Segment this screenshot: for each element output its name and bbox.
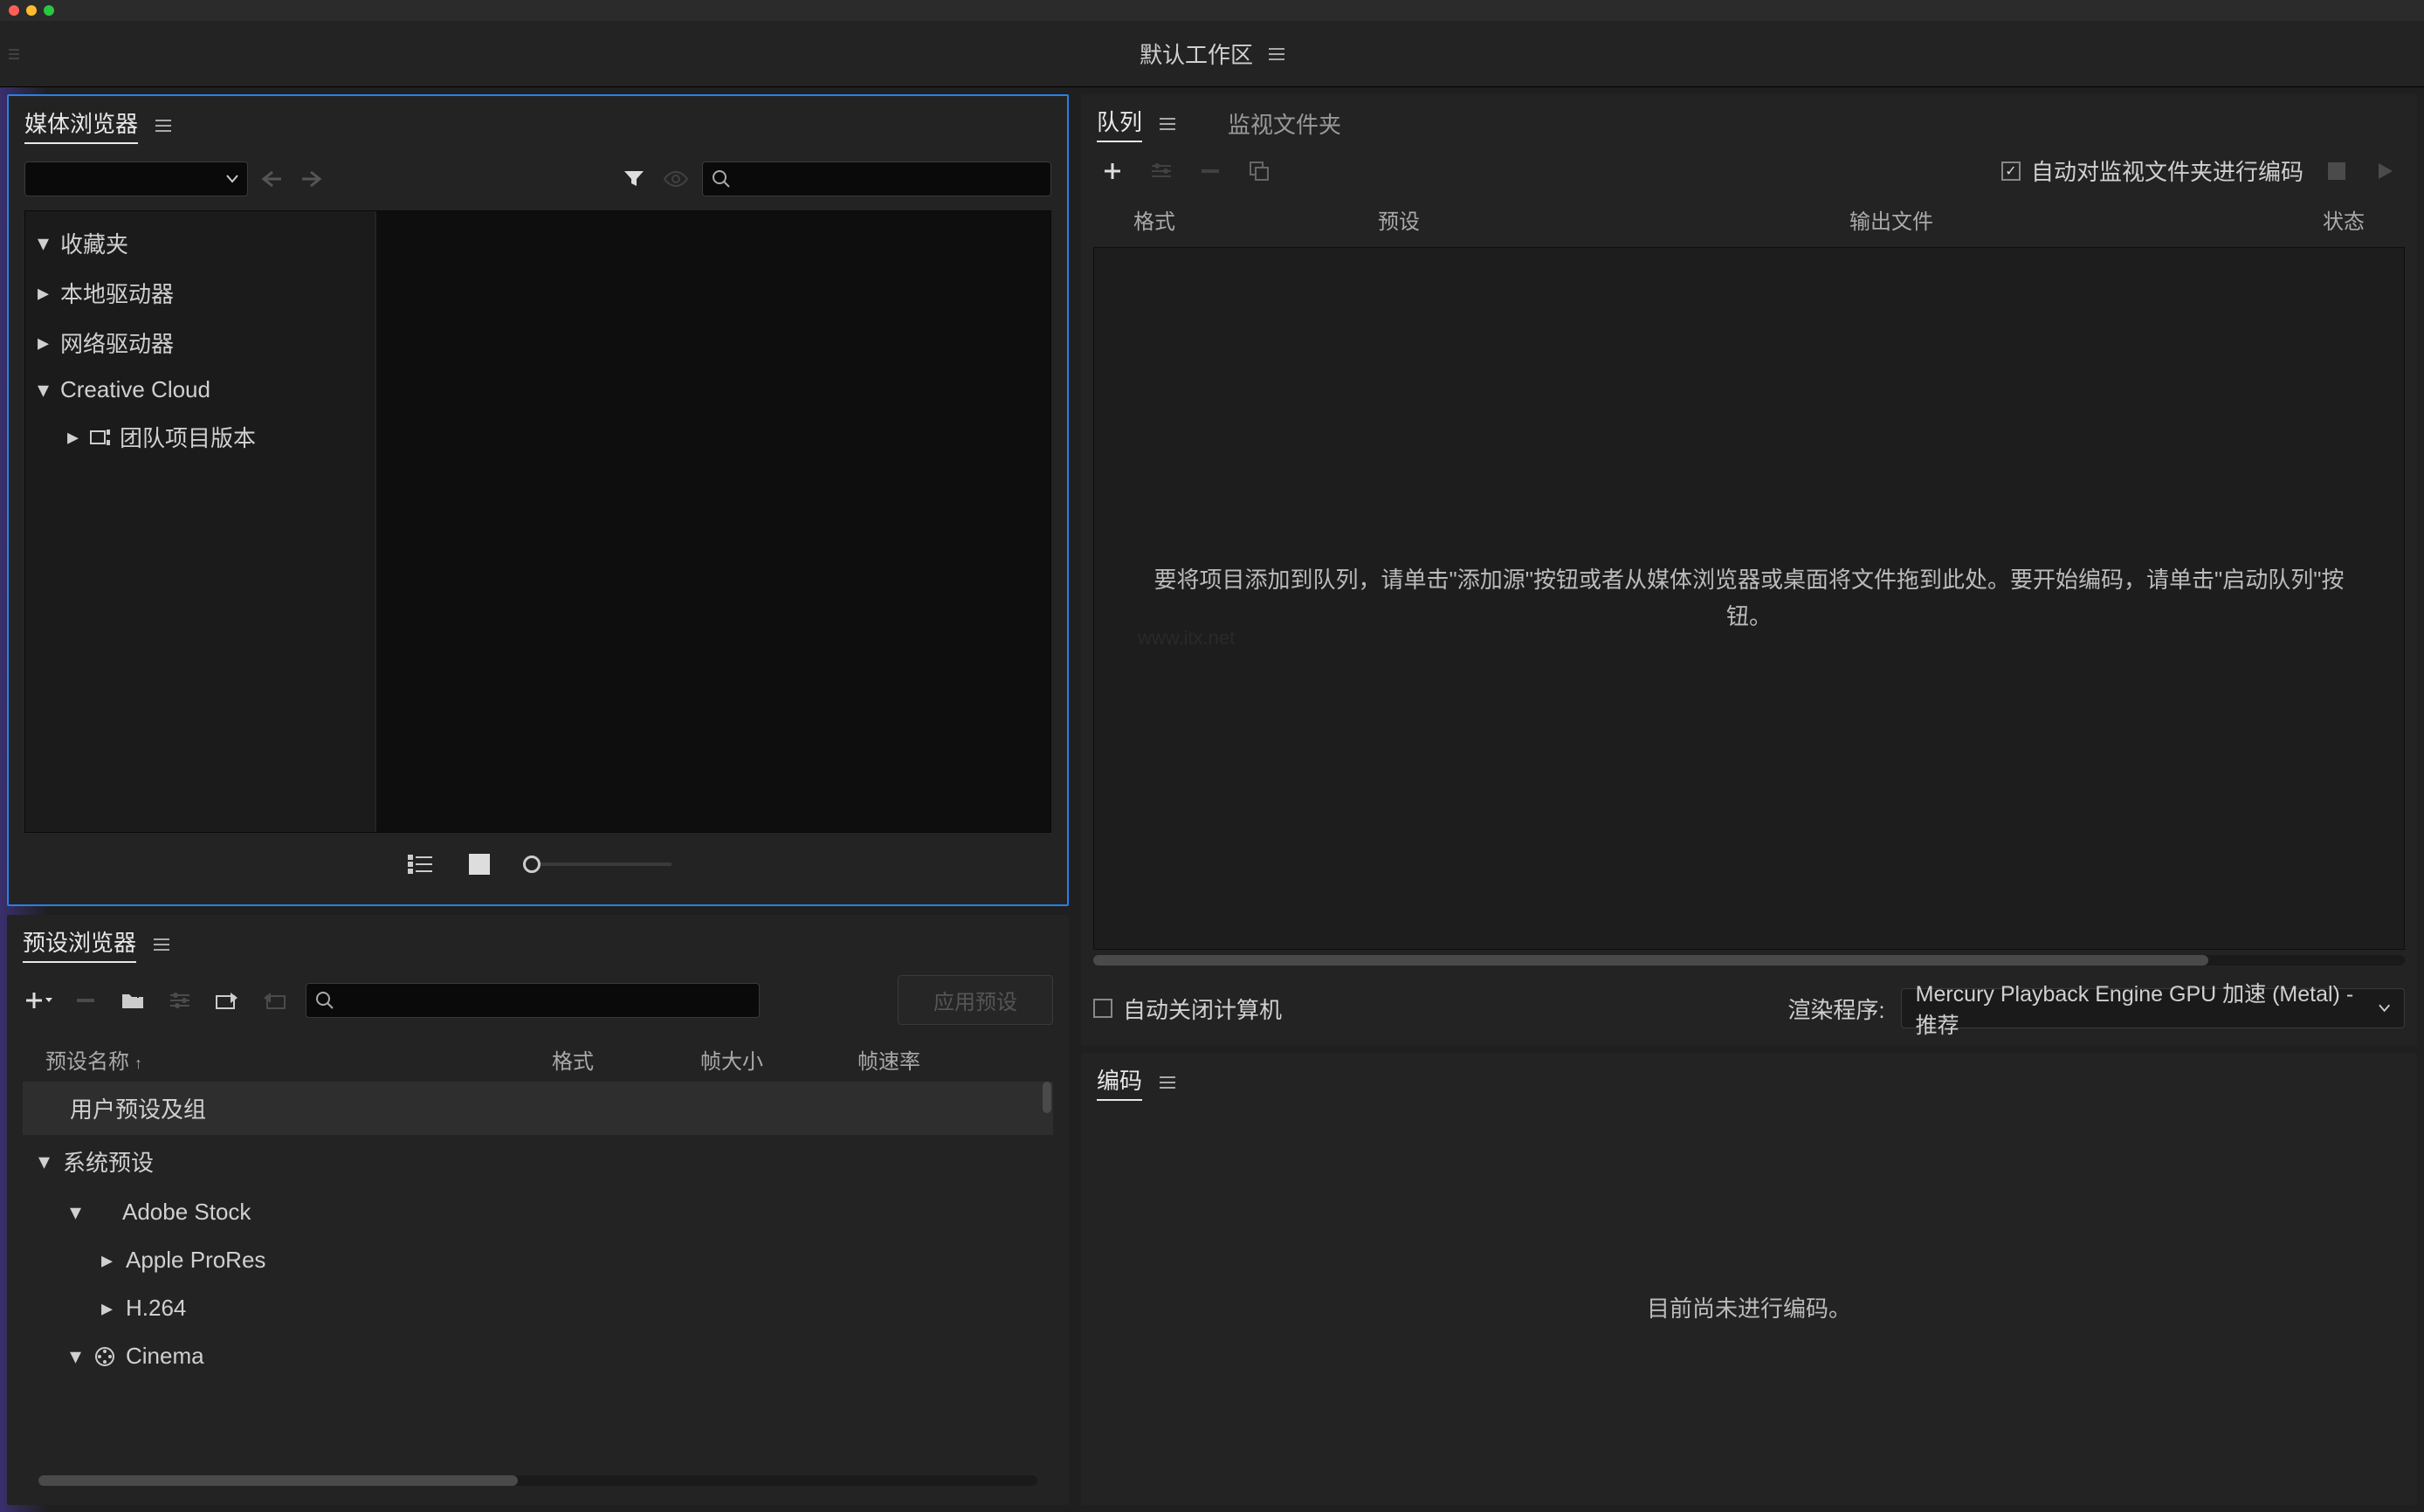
preset-search-input[interactable] — [306, 983, 760, 1018]
film-reel-icon — [94, 1346, 115, 1367]
search-icon — [712, 169, 731, 189]
preset-horizontal-scrollbar[interactable] — [38, 1475, 1037, 1486]
add-preset-button[interactable] — [23, 985, 54, 1016]
auto-shutdown-label: 自动关闭计算机 — [1123, 993, 1282, 1025]
encode-status-area: 目前尚未进行编码。 — [1081, 1110, 2417, 1505]
window-minimize-button[interactable] — [26, 5, 37, 16]
filter-icon[interactable] — [618, 163, 650, 195]
preset-row-user[interactable]: 用户预设及组 — [23, 1082, 1053, 1135]
preset-row-prores[interactable]: ▸ Apple ProRes — [23, 1236, 1053, 1284]
chevron-down-icon: ▾ — [38, 376, 52, 403]
chevron-right-icon: ▸ — [101, 1295, 115, 1322]
chevron-down-icon: ▾ — [38, 1148, 52, 1175]
encode-idle-text: 目前尚未进行编码。 — [1647, 1291, 1851, 1323]
preset-settings-button[interactable] — [164, 985, 196, 1016]
chevron-right-icon: ▸ — [38, 329, 52, 356]
duplicate-button[interactable] — [1243, 155, 1275, 187]
auto-shutdown-checkbox[interactable] — [1093, 999, 1112, 1018]
remove-source-button[interactable] — [1195, 155, 1226, 187]
workspace-menu-icon[interactable] — [1269, 48, 1284, 60]
encode-tab[interactable]: 编码 — [1097, 1063, 1142, 1101]
eye-icon[interactable] — [660, 163, 692, 195]
team-project-icon — [90, 429, 111, 446]
toolbar-grip — [9, 49, 19, 59]
preset-column-headers: 预设名称↑ 格式 帧大小 帧速率 — [23, 1037, 1053, 1082]
media-browser-panel-menu-icon[interactable] — [155, 120, 171, 132]
tree-local-drives[interactable]: ▸ 本地驱动器 — [25, 268, 375, 318]
media-browser-tab[interactable]: 媒体浏览器 — [24, 107, 138, 144]
window-maximize-button[interactable] — [44, 5, 54, 16]
content-area: 媒体浏览器 — [0, 87, 2424, 1512]
start-queue-button[interactable] — [2370, 155, 2401, 187]
watch-folders-tab[interactable]: 监视文件夹 — [1228, 107, 1341, 140]
queue-empty-hint: 要将项目添加到队列，请单击"添加源"按钮或者从媒体浏览器或桌面将文件拖到此处。要… — [1094, 562, 2404, 635]
preset-browser-panel-menu-icon[interactable] — [154, 938, 169, 951]
search-icon — [315, 991, 334, 1010]
watermark: www.itx.net — [1138, 627, 1235, 649]
preset-row-adobe-stock[interactable]: ▾ Adobe Stock — [23, 1188, 1053, 1236]
app-window: 默认工作区 媒体浏览器 — [0, 0, 2424, 1512]
renderer-label: 渲染程序: — [1787, 993, 1884, 1025]
new-group-button[interactable] — [117, 985, 148, 1016]
tree-creative-cloud[interactable]: ▾ Creative Cloud — [25, 368, 375, 412]
workspace-label[interactable]: 默认工作区 — [1140, 38, 1253, 70]
media-search-input[interactable] — [702, 162, 1051, 196]
slider-thumb[interactable] — [523, 856, 541, 873]
remove-preset-button[interactable] — [70, 985, 101, 1016]
apply-preset-button: 应用预设 — [898, 975, 1053, 1025]
preset-browser-panel: 预设浏览器 — [7, 915, 1069, 1505]
media-path-dropdown[interactable] — [24, 162, 248, 196]
preset-row-h264[interactable]: ▸ H.264 — [23, 1284, 1053, 1332]
preset-vertical-scrollbar[interactable] — [1043, 1082, 1051, 1113]
encode-panel-menu-icon[interactable] — [1160, 1076, 1175, 1089]
stop-queue-button[interactable] — [2321, 155, 2352, 187]
encode-panel: 编码 目前尚未进行编码。 — [1081, 1053, 2417, 1505]
chevron-down-icon — [2379, 1004, 2390, 1013]
nav-back-button[interactable] — [258, 165, 286, 193]
thumbnail-view-icon[interactable] — [464, 849, 495, 880]
preset-row-system[interactable]: ▾ 系统预设 — [23, 1135, 1053, 1188]
chevron-down-icon: ▾ — [38, 230, 52, 257]
queue-settings-button[interactable] — [1146, 155, 1177, 187]
chevron-right-icon: ▸ — [67, 423, 81, 450]
import-preset-button[interactable] — [211, 985, 243, 1016]
queue-horizontal-scrollbar[interactable] — [1093, 955, 2405, 966]
tree-favorites[interactable]: ▾ 收藏夹 — [25, 218, 375, 268]
tree-team-projects[interactable]: ▸ 团队项目版本 — [25, 412, 375, 462]
media-tree: ▾ 收藏夹 ▸ 本地驱动器 ▸ 网络驱动器 — [25, 211, 375, 832]
chevron-down-icon — [226, 175, 238, 183]
queue-column-headers: 格式 预设 输出文件 状态 — [1081, 197, 2417, 247]
media-browser-panel: 媒体浏览器 — [7, 94, 1069, 906]
window-titlebar — [0, 0, 2424, 21]
preset-row-cinema[interactable]: ▾ Cinema — [23, 1332, 1053, 1380]
thumbnail-size-slider[interactable] — [523, 863, 671, 866]
auto-encode-watch-checkbox[interactable] — [2001, 162, 2021, 181]
tree-network-drives[interactable]: ▸ 网络驱动器 — [25, 318, 375, 368]
main-toolbar: 默认工作区 — [0, 21, 2424, 87]
list-view-icon[interactable] — [404, 849, 436, 880]
nav-forward-button[interactable] — [297, 165, 325, 193]
renderer-dropdown[interactable]: Mercury Playback Engine GPU 加速 (Metal) -… — [1901, 988, 2405, 1028]
chevron-down-icon: ▾ — [70, 1343, 84, 1370]
media-preview-pane — [376, 211, 1050, 832]
preset-tree: 用户预设及组 ▾ 系统预设 ▾ Adobe Stock — [23, 1082, 1053, 1472]
chevron-right-icon: ▸ — [38, 279, 52, 306]
sort-asc-icon: ↑ — [134, 1055, 142, 1072]
queue-drop-area[interactable]: 要将项目添加到队列，请单击"添加源"按钮或者从媒体浏览器或桌面将文件拖到此处。要… — [1093, 247, 2405, 950]
chevron-right-icon: ▸ — [101, 1247, 115, 1274]
auto-encode-watch-label: 自动对监视文件夹进行编码 — [2031, 155, 2303, 187]
chevron-down-icon: ▾ — [70, 1199, 84, 1226]
queue-panel: 队列 监视文件夹 — [1081, 94, 2417, 1046]
export-preset-button[interactable] — [258, 985, 290, 1016]
queue-tab[interactable]: 队列 — [1097, 105, 1142, 142]
preset-browser-tab[interactable]: 预设浏览器 — [23, 925, 136, 963]
add-source-button[interactable] — [1097, 155, 1128, 187]
queue-panel-menu-icon[interactable] — [1160, 118, 1175, 130]
window-close-button[interactable] — [9, 5, 19, 16]
